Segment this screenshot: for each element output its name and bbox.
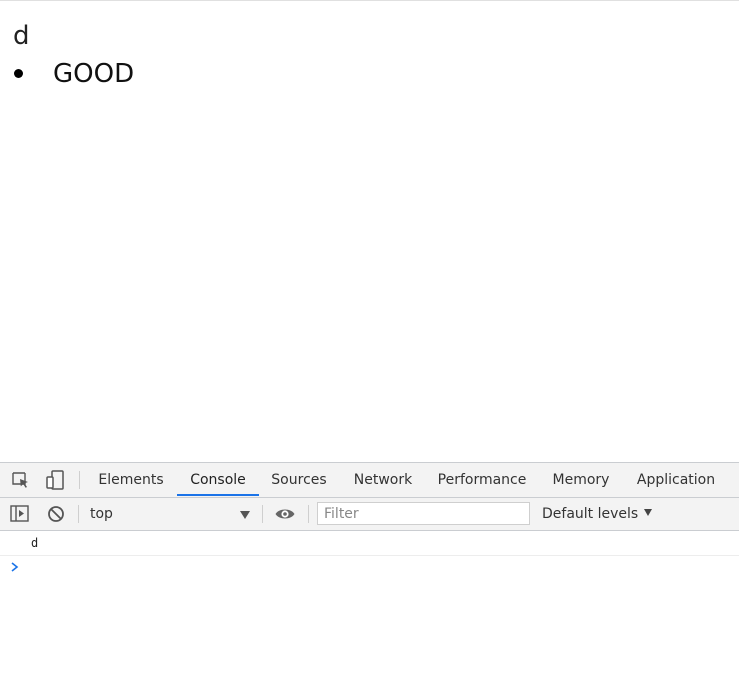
tab-elements[interactable]: Elements [92,463,170,497]
device-toolbar-icon[interactable] [44,469,66,491]
active-tab-indicator [177,494,259,496]
log-levels-dropdown[interactable]: Default levels [542,498,653,530]
chevron-down-icon[interactable] [240,511,250,519]
log-levels-label: Default levels [542,506,639,522]
toolbar-divider [79,471,80,489]
toolbar-divider [78,505,79,523]
tab-network[interactable]: Network [347,463,419,497]
console-log-row: d [0,531,739,556]
console-output[interactable]: d [0,531,739,693]
toolbar-divider [308,505,309,523]
toolbar-divider [262,505,263,523]
console-toolbar: top Default levels [0,498,739,531]
live-expression-eye-icon[interactable] [274,503,296,525]
tab-memory[interactable]: Memory [546,463,616,497]
devtools-tab-bar: Elements Console Sources Network Perform… [0,463,739,498]
dropdown-arrow-icon [644,508,653,516]
inspect-element-icon[interactable] [10,469,32,491]
sidebar-toggle-icon[interactable] [9,503,31,525]
console-log-message: d [31,536,39,550]
console-prompt[interactable] [0,557,739,579]
clear-console-icon[interactable] [45,503,67,525]
tab-application[interactable]: Application [630,463,722,497]
list-bullet [14,69,23,78]
devtools-panel: Elements Console Sources Network Perform… [0,462,739,693]
list-item: GOOD [53,59,135,89]
prompt-chevron-icon [10,561,20,573]
page-viewport: d GOOD [0,1,739,462]
tab-sources[interactable]: Sources [266,463,332,497]
filter-input[interactable] [317,502,530,525]
context-selector[interactable]: top [90,498,113,530]
tab-performance[interactable]: Performance [432,463,532,497]
tab-console[interactable]: Console [177,463,259,497]
page-heading: d [13,21,30,51]
